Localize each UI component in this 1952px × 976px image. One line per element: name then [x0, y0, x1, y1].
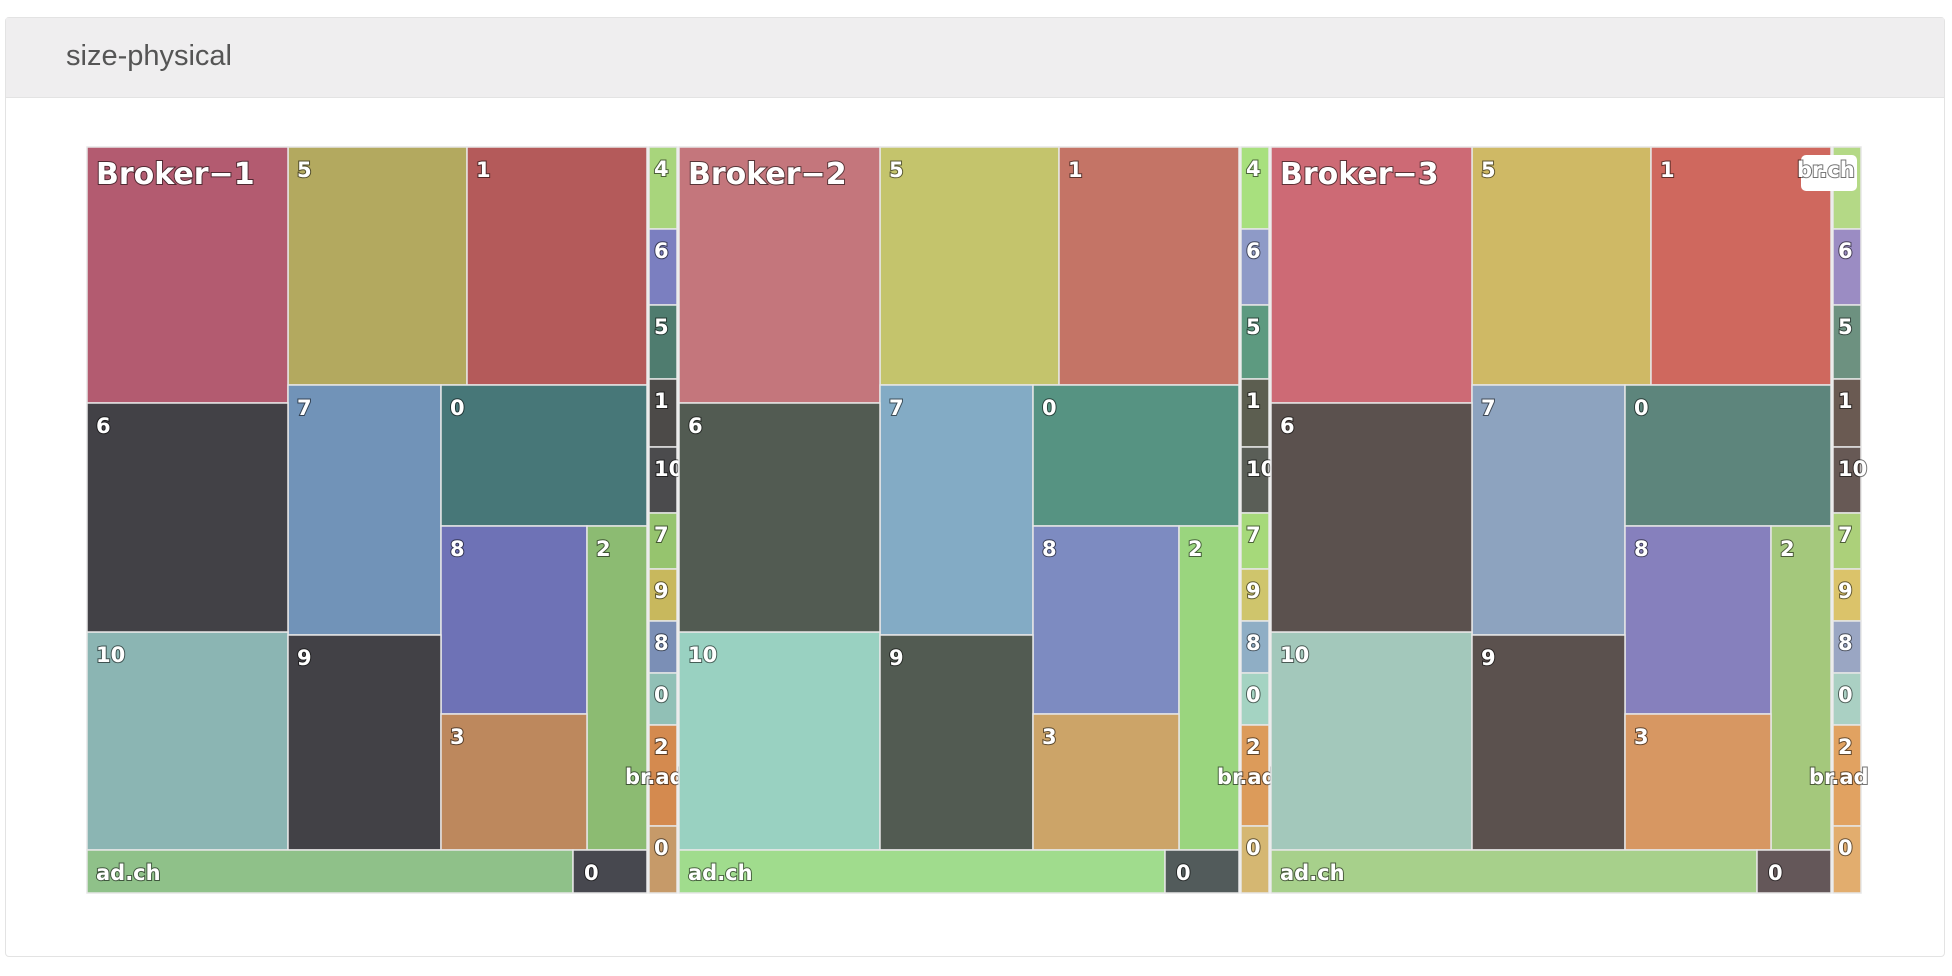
partition-label: 5 [654, 315, 669, 339]
partition-label: 0 [654, 836, 669, 860]
partition-label: 2 [654, 735, 669, 759]
partition-label: 4 [1246, 157, 1261, 181]
partition-label: 0 [1838, 836, 1853, 860]
topic-label: br.ad [1217, 765, 1277, 789]
partition-label: 2 [1246, 735, 1261, 759]
broker-1: 516708210936ad.ch0465110798020br.adBroke… [86, 146, 686, 894]
cell-br-ch-partition[interactable] [1032, 384, 1240, 527]
partition-label: 9 [889, 646, 904, 670]
partition-label: 10 [1838, 457, 1867, 481]
broker-label: Broker−1 [96, 157, 255, 192]
partition-label: 5 [297, 158, 312, 182]
partition-label: 0 [654, 683, 669, 707]
cell-br-ch-partition[interactable] [879, 384, 1034, 636]
partition-label: 9 [297, 646, 312, 670]
partition-label: 0 [1176, 861, 1191, 885]
partition-label: 5 [1481, 158, 1496, 182]
topic-label: ad.ch [688, 861, 753, 885]
partition-label: 1 [1068, 158, 1083, 182]
partition-label: 5 [1246, 315, 1261, 339]
broker-label: Broker−3 [1280, 157, 1439, 192]
partition-label: 1 [476, 158, 491, 182]
partition-label: 6 [1838, 239, 1853, 263]
partition-label: 2 [596, 537, 611, 561]
partition-label: 0 [1838, 683, 1853, 707]
partition-label: 4 [654, 157, 669, 181]
partition-label: 7 [1246, 523, 1261, 547]
partition-label: 9 [1838, 579, 1853, 603]
partition-label: 0 [450, 396, 465, 420]
partition-label: 6 [96, 414, 111, 438]
partition-label: 7 [1838, 523, 1853, 547]
partition-label: 7 [1481, 396, 1496, 420]
cell-br-ch-partition[interactable] [440, 384, 648, 527]
topic-label: ad.ch [96, 861, 161, 885]
topic-label: br.ch [1797, 158, 1855, 182]
partition-label: 5 [1838, 315, 1853, 339]
topic-label: ad.ch [1280, 861, 1345, 885]
broker-3: 516708210936ad.ch0465110798020br.adBroke… [1270, 146, 1870, 894]
partition-label: 9 [654, 579, 669, 603]
cell-br-ch-partition[interactable] [1770, 525, 1832, 851]
cell-br-ch-partition[interactable] [466, 146, 648, 386]
partition-label: 2 [1188, 537, 1203, 561]
partition-label: 0 [1246, 836, 1261, 860]
partition-label: 5 [889, 158, 904, 182]
partition-label: 8 [450, 537, 465, 561]
partition-label: 7 [654, 523, 669, 547]
partition-label: 2 [1780, 537, 1795, 561]
cell-br-ch-partition[interactable] [1624, 384, 1832, 527]
cell-br-ch-partition[interactable] [86, 402, 289, 633]
cell-br-ch-partition[interactable] [287, 146, 468, 386]
partition-label: 3 [1634, 725, 1649, 749]
partition-label: 0 [584, 861, 599, 885]
partition-label: 0 [1768, 861, 1783, 885]
partition-label: 8 [1042, 537, 1057, 561]
partition-label: 3 [1042, 725, 1057, 749]
partition-label: 1 [1838, 389, 1853, 413]
treemap-chart: 516708210936ad.ch0465110798020br.adBroke… [86, 146, 1870, 894]
cell-br-ch-partition[interactable] [287, 384, 442, 636]
cell-br-ch-partition[interactable] [678, 402, 881, 633]
partition-label: 0 [1634, 396, 1649, 420]
partition-label: 1 [1246, 389, 1261, 413]
partition-label: 1 [654, 389, 669, 413]
partition-label: 6 [1280, 414, 1295, 438]
partition-label: 7 [889, 396, 904, 420]
partition-label: 3 [450, 725, 465, 749]
partition-label: 9 [1481, 646, 1496, 670]
partition-label: 8 [1634, 537, 1649, 561]
partition-label: 9 [1246, 579, 1261, 603]
broker-2: 516708210936ad.ch0465110798020br.adBroke… [678, 146, 1278, 894]
topic-label: br.ad [625, 765, 685, 789]
topic-label: br.ad [1809, 765, 1869, 789]
partition-label: 8 [1838, 631, 1853, 655]
partition-label: 10 [96, 643, 125, 667]
cell-br-ch-partition[interactable] [879, 146, 1060, 386]
partition-label: 1 [1660, 158, 1675, 182]
partition-label: 0 [1246, 683, 1261, 707]
cell-br-ch-partition[interactable] [586, 525, 648, 851]
partition-label: 8 [654, 631, 669, 655]
partition-label: 8 [1246, 631, 1261, 655]
partition-label: 7 [297, 396, 312, 420]
partition-label: 6 [654, 239, 669, 263]
cell-br-ch-partition[interactable] [1178, 525, 1240, 851]
partition-label: 10 [688, 643, 717, 667]
broker-label: Broker−2 [688, 157, 847, 192]
partition-label: 6 [688, 414, 703, 438]
cell-br-ch-partition[interactable] [1058, 146, 1240, 386]
cell-br-ch-partition[interactable] [1471, 146, 1652, 386]
partition-label: 0 [1042, 396, 1057, 420]
cell-br-ch-partition[interactable] [1471, 384, 1626, 636]
cell-br-ch-partition[interactable] [1270, 402, 1473, 633]
partition-label: 2 [1838, 735, 1853, 759]
partition-label: 6 [1246, 239, 1261, 263]
partition-label: 10 [1280, 643, 1309, 667]
